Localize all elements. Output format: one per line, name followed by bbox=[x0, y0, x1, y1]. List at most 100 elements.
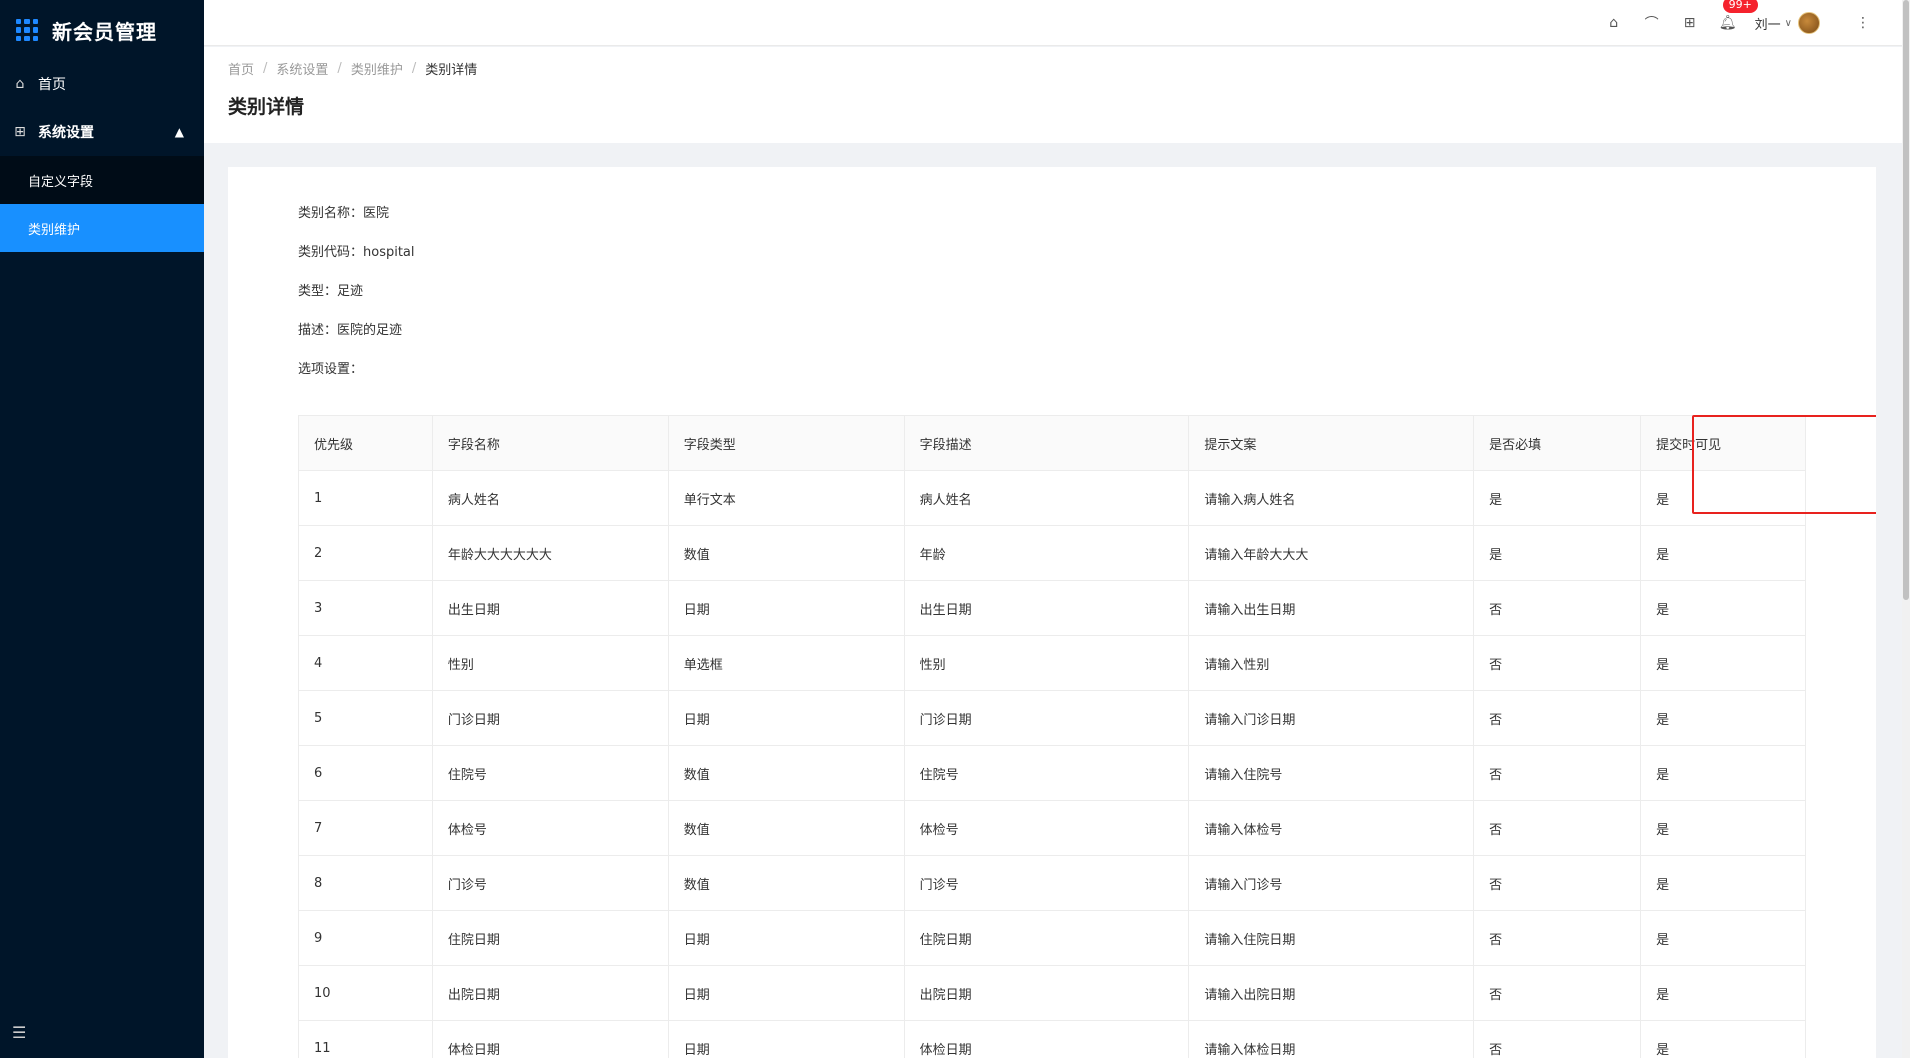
table-cell: 请输入病人姓名 bbox=[1188, 470, 1475, 526]
table-cell: 否 bbox=[1473, 745, 1642, 801]
table-row: 6 住院号 数值 住院号 请输入住院号否是 bbox=[298, 745, 1806, 801]
sidebar-item-home[interactable]: ⌂ 首页 bbox=[0, 60, 204, 108]
breadcrumb-item[interactable]: 类别维护 bbox=[351, 59, 403, 78]
table-row: 3 出生日期 日期 出生日期 请输入出生日期否是 bbox=[298, 580, 1806, 636]
table-cell: 请输入门诊号 bbox=[1188, 855, 1475, 911]
table-cell: 体检日期 bbox=[432, 1020, 669, 1058]
table-cell: 否 bbox=[1473, 1020, 1642, 1058]
table-cell: 门诊日期 bbox=[432, 690, 669, 746]
table-cell: 1 bbox=[298, 470, 433, 526]
table-cell: 否 bbox=[1473, 910, 1642, 966]
sidebar-item-custom-fields[interactable]: 自定义字段 bbox=[0, 156, 204, 204]
table-cell: 请输入体检号 bbox=[1188, 800, 1475, 856]
table-cell: 否 bbox=[1473, 690, 1642, 746]
table-cell: 数值 bbox=[668, 855, 905, 911]
breadcrumb-separator: / bbox=[263, 61, 268, 76]
table-cell: 日期 bbox=[668, 965, 905, 1021]
table-cell: 是 bbox=[1640, 635, 1806, 691]
table-cell: 是 bbox=[1640, 525, 1806, 581]
logo[interactable]: 新会员管理 bbox=[0, 0, 204, 60]
category-name: 类别名称：医院 bbox=[298, 206, 390, 221]
table-cell: 日期 bbox=[668, 580, 905, 636]
table-cell: 年龄大大大大大大 bbox=[432, 525, 669, 581]
table-cell: 病人姓名 bbox=[432, 470, 669, 526]
page-header: 首页 / 系统设置 / 类别维护 / 类别详情 类别详情 bbox=[204, 47, 1910, 143]
table-cell: 11 bbox=[298, 1020, 433, 1058]
sidebar-item-label: 自定义字段 bbox=[28, 174, 94, 190]
sidebar-item-label: 类别维护 bbox=[28, 222, 81, 238]
table-row: 1 病人姓名 单行文本 病人姓名 请输入病人姓名是是 bbox=[298, 470, 1806, 526]
table-cell: 住院日期 bbox=[904, 910, 1190, 966]
table-cell: 日期 bbox=[668, 1020, 905, 1058]
table-cell: 数值 bbox=[668, 525, 905, 581]
breadcrumb-current: 类别详情 bbox=[425, 63, 478, 78]
sidebar-item-system-settings[interactable]: ⊞ 系统设置 ▲ bbox=[0, 108, 204, 156]
table-cell: 否 bbox=[1473, 800, 1642, 856]
column-header: 提交时可见 bbox=[1640, 415, 1806, 471]
table-cell: 性别 bbox=[904, 635, 1190, 691]
table-cell: 6 bbox=[298, 745, 433, 801]
table-cell: 是 bbox=[1640, 690, 1806, 746]
breadcrumb-item[interactable]: 系统设置 bbox=[276, 59, 328, 78]
chevron-up-icon: ▲ bbox=[174, 125, 184, 139]
table-cell: 请输入住院号 bbox=[1188, 745, 1475, 801]
breadcrumb: 首页 / 系统设置 / 类别维护 / 类别详情 bbox=[228, 59, 1886, 78]
table-cell: 3 bbox=[298, 580, 433, 636]
table-cell: 出院日期 bbox=[432, 965, 669, 1021]
user-menu[interactable]: 刘一 ∨ bbox=[1755, 12, 1820, 34]
table-cell: 门诊号 bbox=[904, 855, 1190, 911]
column-header: 字段类型 bbox=[668, 415, 905, 471]
table-cell: 否 bbox=[1473, 635, 1642, 691]
menu-fold-icon[interactable]: ☰ bbox=[12, 1023, 26, 1042]
table-row: 2 年龄大大大大大大 数值 年龄 请输入年龄大大大是是 bbox=[298, 525, 1806, 581]
appstore-icon[interactable]: ⊞ bbox=[1671, 15, 1709, 31]
table-cell: 5 bbox=[298, 690, 433, 746]
table-cell: 是 bbox=[1640, 965, 1806, 1021]
appstore-icon: ⊞ bbox=[14, 124, 26, 140]
table-cell: 数值 bbox=[668, 745, 905, 801]
column-header: 提示文案 bbox=[1188, 415, 1475, 471]
category-code: 类别代码：hospital bbox=[298, 245, 415, 260]
table-cell: 是 bbox=[1640, 910, 1806, 966]
top-header: ⌂ ⌒ ⊞ 🔔︎ 99+ 刘一 ∨ ⋮ bbox=[204, 0, 1910, 46]
table-cell: 病人姓名 bbox=[904, 470, 1190, 526]
sidebar: 新会员管理 ⌂ 首页 ⊞ 系统设置 ▲ 自定义字段 类别维护 ☰ bbox=[0, 0, 204, 1058]
more-vertical-icon[interactable]: ⋮ bbox=[1856, 15, 1870, 31]
headset-icon[interactable]: ⌒ bbox=[1633, 13, 1671, 33]
table-cell: 出院日期 bbox=[904, 965, 1190, 1021]
table-cell: 请输入性别 bbox=[1188, 635, 1475, 691]
table-cell: 单选框 bbox=[668, 635, 905, 691]
table-cell: 门诊号 bbox=[432, 855, 669, 911]
bell-icon[interactable]: 🔔︎ 99+ bbox=[1709, 0, 1758, 31]
breadcrumb-separator: / bbox=[337, 61, 342, 76]
submenu: 自定义字段 类别维护 bbox=[0, 156, 204, 252]
vertical-scrollbar[interactable] bbox=[1902, 0, 1910, 1058]
home-icon[interactable]: ⌂ bbox=[1595, 15, 1633, 31]
scrollbar-thumb[interactable] bbox=[1903, 0, 1909, 600]
table-cell: 9 bbox=[298, 910, 433, 966]
home-icon: ⌂ bbox=[15, 76, 25, 92]
table-cell: 否 bbox=[1473, 965, 1642, 1021]
table-header-row: 优先级 字段名称 字段类型 字段描述 提示文案 是否必填 提交时可见 bbox=[298, 415, 1806, 471]
column-header: 是否必填 bbox=[1473, 415, 1642, 471]
table-cell: 是 bbox=[1473, 525, 1642, 581]
table-cell: 是 bbox=[1640, 800, 1806, 856]
table-row: 4 性别 单选框 性别 请输入性别否是 bbox=[298, 635, 1806, 691]
options-setting-label: 选项设置： bbox=[298, 362, 364, 377]
fields-table: 优先级 字段名称 字段类型 字段描述 提示文案 是否必填 提交时可见 1 病人姓名 单行文本 病人… bbox=[298, 415, 1806, 1058]
sidebar-item-category-maintenance[interactable]: 类别维护 bbox=[0, 204, 204, 252]
breadcrumb-separator: / bbox=[411, 61, 417, 76]
table-cell: 4 bbox=[298, 635, 433, 691]
table-cell: 请输入门诊日期 bbox=[1188, 690, 1475, 746]
table-cell: 住院号 bbox=[432, 745, 669, 801]
table-cell: 是 bbox=[1640, 470, 1806, 526]
table-cell: 7 bbox=[298, 800, 433, 856]
table-row: 11 体检日期 日期 体检日期 请输入体检日期否是 bbox=[298, 1020, 1806, 1058]
table-cell: 请输入年龄大大大 bbox=[1188, 525, 1475, 581]
table-row: 8 门诊号 数值 门诊号 请输入门诊号否是 bbox=[298, 855, 1806, 911]
table-cell: 住院号 bbox=[904, 745, 1190, 801]
table-cell: 单行文本 bbox=[668, 470, 905, 526]
table-cell: 门诊日期 bbox=[904, 690, 1190, 746]
breadcrumb-item[interactable]: 首页 bbox=[228, 59, 254, 78]
table-cell: 体检号 bbox=[904, 800, 1190, 856]
